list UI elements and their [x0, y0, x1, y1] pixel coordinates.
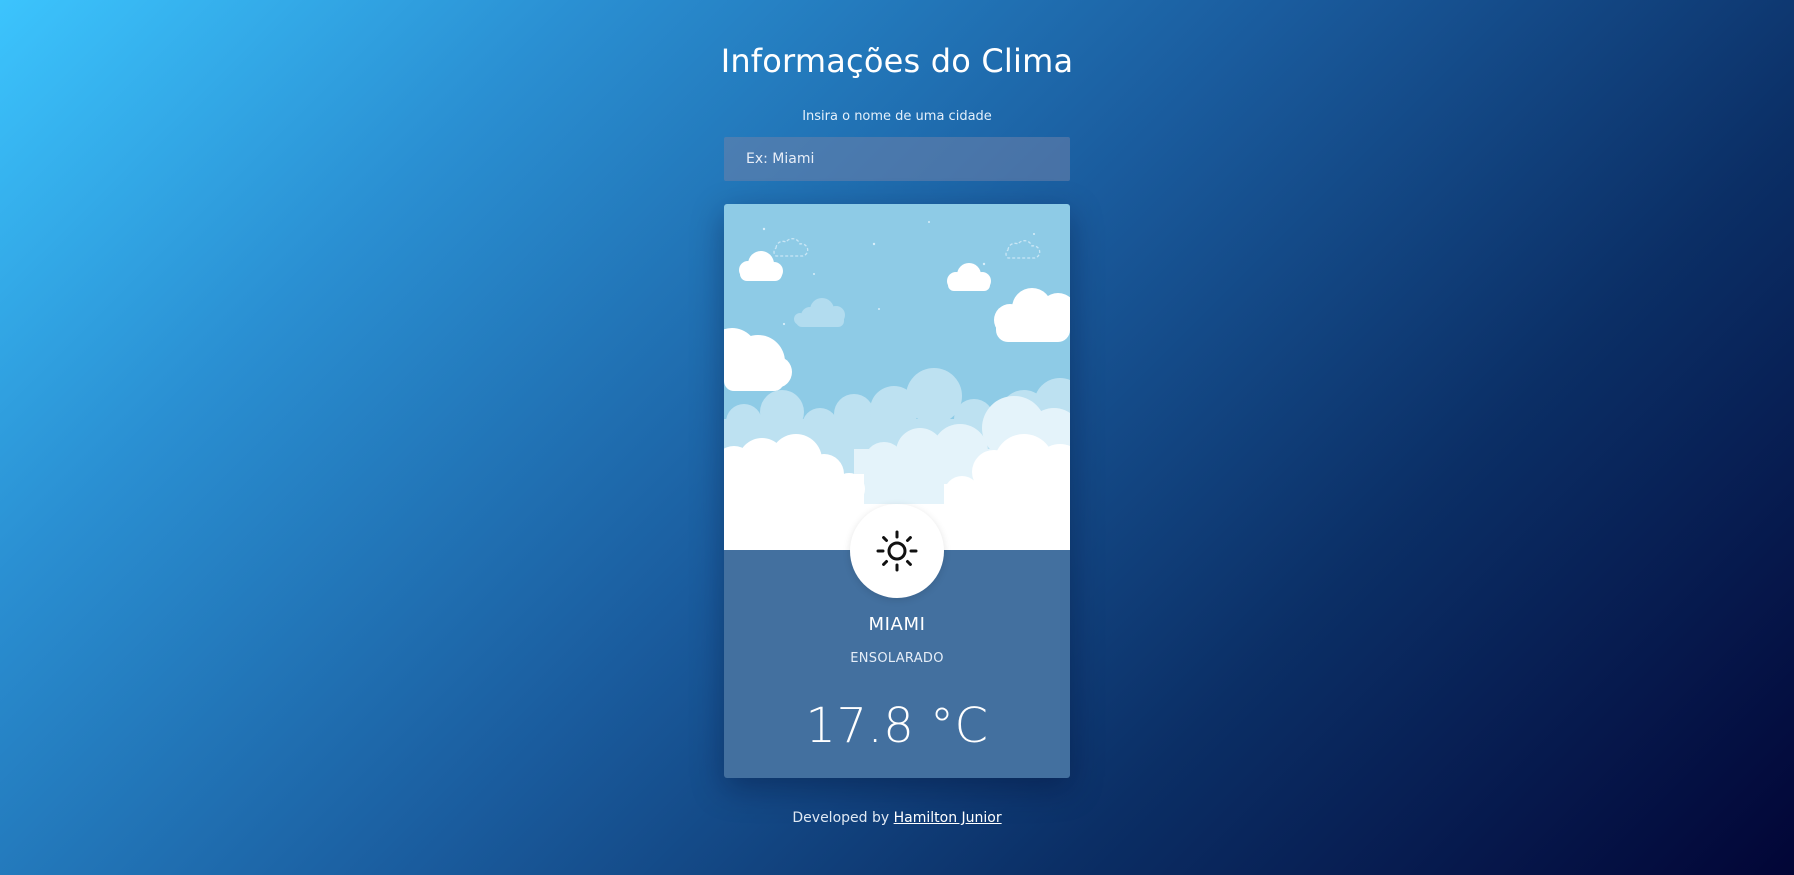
temperature-value: 17.8 °C	[805, 698, 989, 754]
sky-clouds-illustration	[724, 204, 1070, 550]
author-link[interactable]: Hamilton Junior	[894, 810, 1002, 826]
page-title: Informações do Clima	[720, 42, 1074, 80]
sun-icon	[876, 530, 918, 572]
footer: Developed by Hamilton Junior	[0, 810, 1794, 826]
search-label: Insira o nome de uma cidade	[802, 109, 992, 124]
weather-condition: ENSOLARADO	[850, 651, 944, 666]
footer-prefix: Developed by	[792, 810, 890, 826]
weather-card: MIAMI ENSOLARADO 17.8 °C	[724, 204, 1070, 778]
city-name: MIAMI	[868, 614, 926, 635]
city-search-input[interactable]	[724, 137, 1070, 181]
weather-icon-badge	[850, 504, 944, 598]
